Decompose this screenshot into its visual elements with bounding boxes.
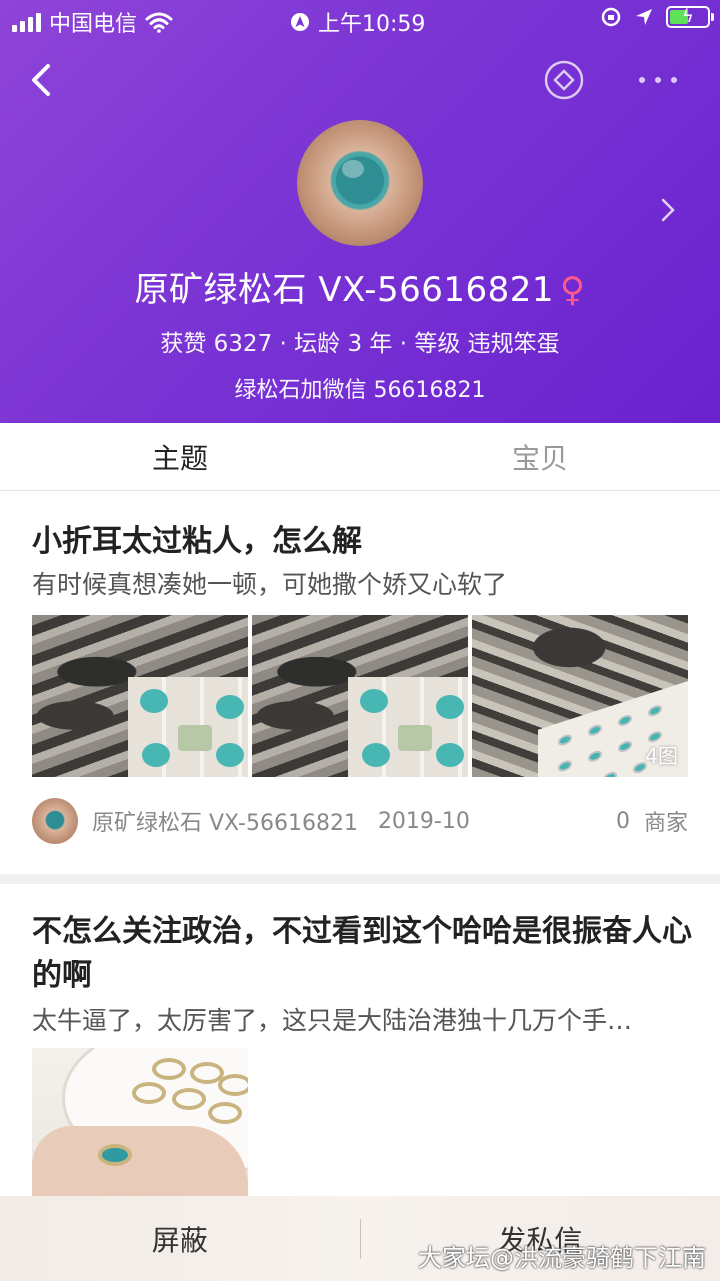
status-time: 上午10:59 [318, 12, 426, 37]
post-image[interactable] [252, 615, 468, 777]
post-image[interactable] [32, 615, 248, 777]
tab-topics[interactable]: 主题 [0, 423, 360, 490]
post-category: 商家 [643, 811, 688, 836]
profile-stats: 获赞 6327 · 坛龄 3 年 · 等级 违规笨蛋 [160, 331, 560, 357]
post-title[interactable]: 不怎么关注政治，不过看到这个哈哈是很振奋人心的啊 [32, 910, 692, 998]
profile-name: 原矿绿松石 VX-56616821 ♀ [0, 262, 720, 311]
image-count-badge: 4图 [645, 744, 678, 768]
post-excerpt: 有时候真想凑她一顿，可她撒个娇又心软了 [32, 570, 508, 599]
diamond-badge-icon[interactable] [544, 60, 584, 100]
signal-icon [12, 12, 41, 32]
block-button[interactable]: 屏蔽 [0, 1219, 360, 1259]
chevron-right-icon[interactable] [656, 196, 680, 224]
post-title[interactable]: 小折耳太过粘人，怎么解 [32, 520, 692, 564]
location-arrow-icon [291, 13, 309, 31]
profile-header: 中国电信 上午10:59 ϟ 原矿绿松石 VX-56616821 ♀ 获赞 63… [0, 0, 720, 423]
reply-count: 0 [615, 808, 630, 834]
post-excerpt: 太牛逼了，太厉害了，这只是大陆治港独十几万个手… [32, 1006, 633, 1035]
profile-tabs: 主题 宝贝 [0, 423, 720, 491]
carrier-label: 中国电信 [49, 12, 138, 37]
post-image[interactable] [32, 1048, 248, 1198]
author-avatar[interactable] [32, 798, 78, 844]
post-image[interactable]: 4图 [472, 615, 688, 777]
watermark: 大家坛@洪流豪骑鹤下江南 [418, 1244, 706, 1272]
post-image-row: 4图 [32, 615, 688, 777]
battery-icon: ϟ [666, 6, 714, 28]
tab-treasures[interactable]: 宝贝 [360, 423, 720, 490]
female-icon: ♀ [560, 270, 586, 310]
post-meta: 原矿绿松石 VX-56616821 2019-10 0 商家 [32, 798, 688, 844]
wifi-icon [145, 12, 173, 33]
post-date: 2019-10 [377, 808, 470, 834]
navigation-arrow-icon [636, 9, 652, 25]
profile-bio: 绿松石加微信 56616821 [234, 378, 486, 403]
more-icon[interactable] [636, 68, 680, 92]
status-bar: 中国电信 上午10:59 ϟ [0, 0, 720, 40]
author-name[interactable]: 原矿绿松石 VX-56616821 [92, 805, 358, 837]
rotation-lock-icon [601, 7, 621, 27]
post-separator [0, 874, 720, 884]
back-icon[interactable] [26, 58, 62, 102]
profile-avatar[interactable] [297, 120, 423, 246]
post-card[interactable]: 小折耳太过粘人，怎么解 有时候真想凑她一顿，可她撒个娇又心软了 4图 原矿绿松石… [0, 492, 720, 874]
profile-name-text: 原矿绿松石 VX-56616821 [134, 270, 555, 310]
